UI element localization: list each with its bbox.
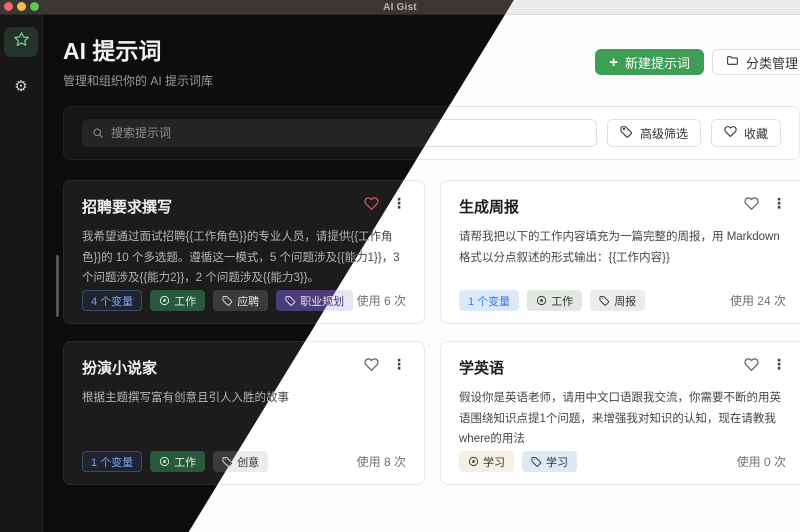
card-actions: ⋮ bbox=[744, 357, 786, 372]
favorite-button[interactable] bbox=[744, 196, 759, 211]
search-icon bbox=[92, 127, 104, 139]
more-menu-button[interactable]: ⋮ bbox=[392, 197, 406, 211]
tag-list: 1 个变量工作周报 bbox=[459, 290, 645, 311]
more-menu-button[interactable]: ⋮ bbox=[772, 197, 786, 211]
favorite-button[interactable] bbox=[744, 357, 759, 372]
usage-count: 使用 24 次 bbox=[730, 292, 786, 309]
tag-chip[interactable]: 工作 bbox=[527, 290, 582, 311]
page-title: AI 提示词 bbox=[63, 37, 213, 65]
prompt-card-description: 假设你是英语老师，请用中文口语跟我交流，你需要不断的用英语围绕知识点提1个问题，… bbox=[459, 388, 786, 450]
star-icon bbox=[13, 31, 30, 53]
card-header: 招聘要求撰写 ⋮ bbox=[82, 196, 406, 217]
card-header: 学英语 ⋮ bbox=[459, 357, 786, 378]
tag-chip[interactable]: 工作 bbox=[150, 451, 205, 472]
plus-icon: + bbox=[609, 55, 618, 70]
category-manage-button[interactable]: 分类管理 bbox=[712, 49, 800, 75]
usage-count: 使用 0 次 bbox=[737, 453, 786, 470]
page-subtitle: 管理和组织你的 AI 提示词库 bbox=[63, 72, 213, 89]
prompt-card-description: 请帮我把以下的工作内容填充为一篇完整的周报，用 Markdown 格式以分点叙述… bbox=[459, 227, 786, 268]
heart-icon bbox=[724, 125, 737, 141]
favorites-filter-label: 收藏 bbox=[744, 125, 768, 142]
new-prompt-label: 新建提示词 bbox=[625, 53, 690, 72]
advanced-filter-button[interactable]: 高级筛选 bbox=[607, 119, 701, 147]
favorite-button[interactable] bbox=[364, 357, 379, 372]
usage-count: 使用 8 次 bbox=[357, 453, 406, 470]
tag-chip[interactable]: 1 个变量 bbox=[459, 290, 519, 311]
tag-icon bbox=[620, 125, 633, 141]
window-controls bbox=[4, 2, 39, 11]
tag-chip[interactable]: 4 个变量 bbox=[82, 290, 142, 311]
header-actions: + 新建提示词 分类管理 bbox=[595, 49, 800, 75]
more-menu-button[interactable]: ⋮ bbox=[772, 358, 786, 372]
prompt-card-title: 学英语 bbox=[459, 357, 504, 378]
favorites-filter-button[interactable]: 收藏 bbox=[711, 119, 781, 147]
prompt-card-title: 生成周报 bbox=[459, 196, 519, 217]
card-footer: 学习学习 使用 0 次 bbox=[459, 451, 786, 472]
close-window-button[interactable] bbox=[4, 2, 13, 11]
card-actions: ⋮ bbox=[744, 196, 786, 211]
tag-chip[interactable]: 1 个变量 bbox=[82, 451, 142, 472]
card-actions: ⋮ bbox=[364, 357, 406, 372]
tag-list: 4 个变量工作应聘职业规划 bbox=[82, 290, 353, 311]
more-menu-button[interactable]: ⋮ bbox=[392, 358, 406, 372]
prompt-card[interactable]: 学英语 ⋮ 假设你是英语老师，请用中文口语跟我交流，你需要不断的用英语围绕知识点… bbox=[440, 341, 800, 485]
category-manage-label: 分类管理 bbox=[746, 53, 798, 72]
folder-icon bbox=[726, 54, 739, 70]
minimize-window-button[interactable] bbox=[17, 2, 26, 11]
advanced-filter-label: 高级筛选 bbox=[640, 125, 688, 142]
page-heading-block: AI 提示词 管理和组织你的 AI 提示词库 bbox=[63, 37, 213, 89]
scrollbar-thumb[interactable] bbox=[56, 255, 59, 317]
usage-count: 使用 6 次 bbox=[357, 292, 406, 309]
tag-chip[interactable]: 学习 bbox=[459, 451, 514, 472]
window-title: AI Gist bbox=[383, 2, 417, 13]
favorite-button[interactable] bbox=[364, 196, 379, 211]
sidebar: ⚙ bbox=[0, 15, 43, 532]
sidebar-item-prompts[interactable] bbox=[4, 27, 38, 57]
tag-chip[interactable]: 工作 bbox=[150, 290, 205, 311]
tag-chip[interactable]: 学习 bbox=[522, 451, 577, 472]
tag-chip[interactable]: 应聘 bbox=[213, 290, 268, 311]
zoom-window-button[interactable] bbox=[30, 2, 39, 11]
new-prompt-button[interactable]: + 新建提示词 bbox=[595, 49, 704, 75]
prompt-card-title: 扮演小说家 bbox=[82, 357, 157, 378]
prompt-card[interactable]: 生成周报 ⋮ 请帮我把以下的工作内容填充为一篇完整的周报，用 Markdown … bbox=[440, 180, 800, 324]
tag-chip[interactable]: 周报 bbox=[590, 290, 645, 311]
card-footer: 1 个变量工作周报 使用 24 次 bbox=[459, 290, 786, 311]
gear-icon: ⚙ bbox=[14, 79, 27, 94]
tag-list: 学习学习 bbox=[459, 451, 577, 472]
card-header: 生成周报 ⋮ bbox=[459, 196, 786, 217]
prompt-card-title: 招聘要求撰写 bbox=[82, 196, 172, 217]
sidebar-item-settings[interactable]: ⚙ bbox=[4, 71, 38, 101]
